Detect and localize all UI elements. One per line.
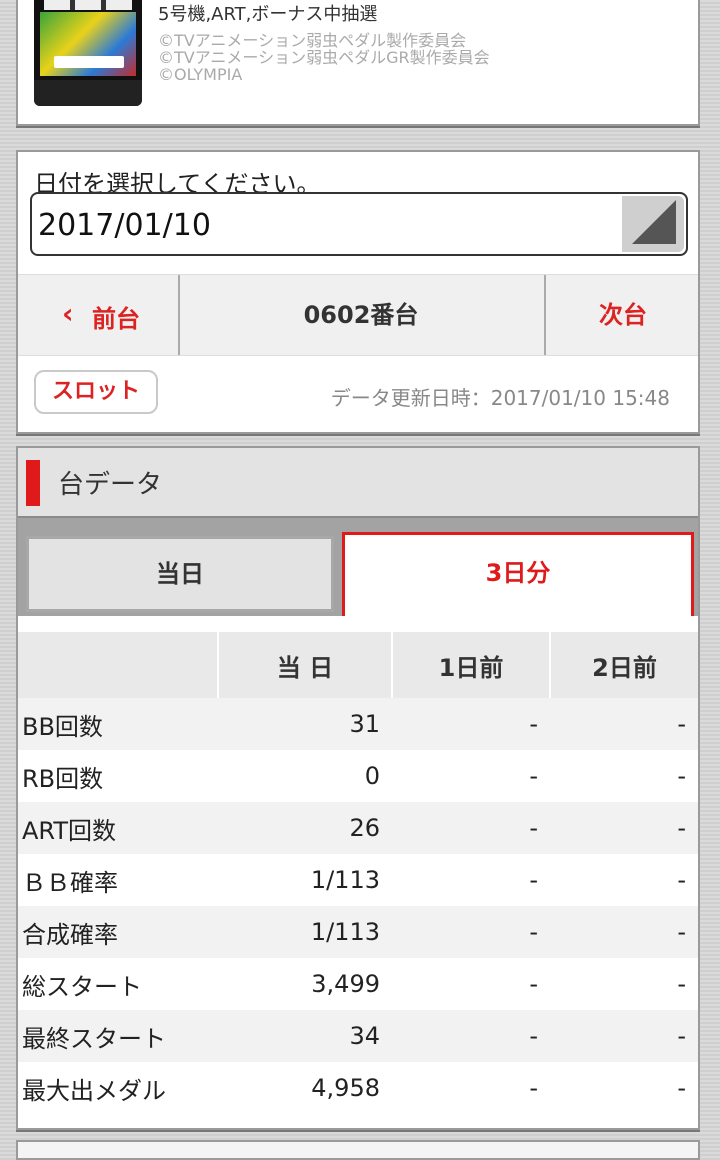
unit-navigation: ‹ 前台 0602番台 次台 [18,274,698,356]
data-updated-timestamp: データ更新日時：2017/01/10 15:48 [330,386,670,410]
machine-card: 5号機,ART,ボーナス中抽選 ©TVアニメーション弱虫ペダル製作委員会 ©TV… [16,0,700,126]
machine-thumbnail[interactable] [34,0,142,106]
next-unit-button[interactable]: 次台 [544,275,700,355]
row-label: 最大出メダル [18,1062,218,1114]
section-header: 台データ [18,448,698,518]
column-header: 2日前 [550,632,698,698]
prev-unit-button[interactable]: ‹ 前台 [18,275,180,355]
unit-data-card: 台データ 当日 3日分 当 日 1日前 2日前 BB回数 31 - - RB回数 [16,446,700,1130]
cell-1day: - [392,1010,550,1062]
section-accent-bar [26,460,40,506]
cell-today: 1/113 [218,906,392,958]
row-label: 最終スタート [18,1010,218,1062]
cell-today: 26 [218,802,392,854]
cell-2day: - [550,1062,698,1114]
dropdown-icon[interactable] [622,196,684,252]
tab-three-days[interactable]: 3日分 [342,532,694,616]
column-header: 1日前 [392,632,551,698]
cell-2day: - [550,854,698,906]
column-header: 当 日 [218,632,393,698]
cell-2day: - [550,958,698,1010]
cell-1day: - [392,698,550,750]
cell-1day: - [392,958,550,1010]
table-row: 最大出メダル 4,958 - - [18,1062,698,1114]
table-row: RB回数 0 - - [18,750,698,802]
copyright-line: ©OLYMPIA [158,65,243,84]
cell-today: 4,958 [218,1062,392,1114]
cell-today: 1/113 [218,854,392,906]
column-header [18,632,219,698]
period-tabs: 当日 3日分 [18,518,698,685]
cell-today: 3,499 [218,958,392,1010]
copyright-line: ©TVアニメーション弱虫ペダル製作委員会 [158,31,467,50]
copyright-line: ©TVアニメーション弱虫ペダルGR製作委員会 [158,48,490,67]
table-row: ＢＢ確率 1/113 - - [18,854,698,906]
cell-1day: - [392,802,550,854]
section-title: 台データ [58,470,163,500]
row-label: RB回数 [18,750,218,802]
row-label: 総スタート [18,958,218,1010]
row-label: 合成確率 [18,906,218,958]
slot-category-button[interactable]: スロット [34,370,158,414]
prev-unit-label: 前台 [92,305,140,333]
cell-1day: - [392,1062,550,1114]
cell-2day: - [550,802,698,854]
reels-graphic [44,0,132,10]
row-label: ART回数 [18,802,218,854]
cell-2day: - [550,906,698,958]
table-row: 最終スタート 34 - - [18,1010,698,1062]
date-value: 2017/01/10 [38,208,211,243]
date-select[interactable]: 2017/01/10 [30,192,688,256]
copyright-block: ©TVアニメーション弱虫ペダル製作委員会 ©TVアニメーション弱虫ペダルGR製作… [158,32,490,83]
date-nav-card: 日付を選択してください。 2017/01/10 ‹ 前台 0602番台 次台 ス… [16,150,700,434]
cell-1day: - [392,750,550,802]
table-row: 総スタート 3,499 - - [18,958,698,1010]
next-card-edge [16,1140,700,1160]
table-row: ART回数 26 - - [18,802,698,854]
table-header-row: 当 日 1日前 2日前 [18,632,698,698]
cell-today: 0 [218,750,392,802]
cell-today: 34 [218,1010,392,1062]
machine-logo [54,56,124,68]
machine-description: 5号機,ART,ボーナス中抽選 [158,4,378,25]
cell-today: 31 [218,698,392,750]
unit-data-table: 当 日 1日前 2日前 BB回数 31 - - RB回数 0 - - ART回数… [18,632,698,1114]
table-row: 合成確率 1/113 - - [18,906,698,958]
cell-2day: - [550,1010,698,1062]
cell-2day: - [550,698,698,750]
table-row: BB回数 31 - - [18,698,698,750]
row-label: ＢＢ確率 [18,854,218,906]
cell-2day: - [550,750,698,802]
cell-1day: - [392,906,550,958]
tab-today[interactable]: 当日 [26,536,334,612]
cell-1day: - [392,854,550,906]
current-unit-label: 0602番台 [303,301,419,329]
row-label: BB回数 [18,698,218,750]
machine-base [34,80,142,106]
chevron-left-icon: ‹ [62,297,74,330]
